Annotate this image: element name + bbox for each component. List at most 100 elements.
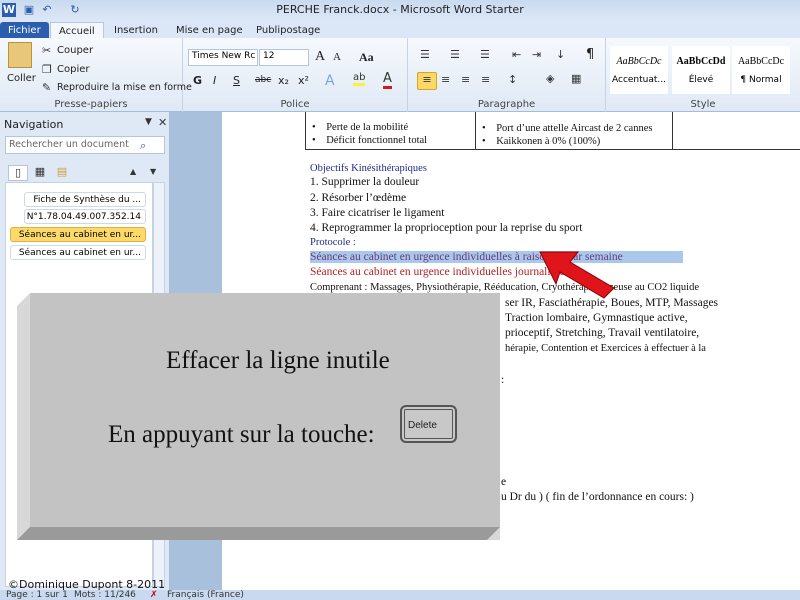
- table-cell: • Port d’une attelle Aircast de 2 cannes: [482, 123, 653, 134]
- body-line: :: [501, 374, 505, 386]
- tab-publipostage[interactable]: Publipostage: [248, 22, 328, 39]
- results-view-icon[interactable]: ▤: [52, 165, 72, 178]
- title-bar: W ▣ ↶ ↻ PERCHE Franck.docx - Microsoft W…: [0, 0, 800, 20]
- strikethrough-button[interactable]: abc: [255, 75, 271, 85]
- style-name: Accentuat...: [612, 75, 666, 85]
- paste-button[interactable]: Coller: [7, 73, 36, 84]
- tab-fichier[interactable]: Fichier: [0, 22, 49, 39]
- page-count[interactable]: Page : 1 sur 1: [6, 590, 68, 600]
- decrease-indent-icon[interactable]: ⇤: [512, 48, 521, 61]
- style-preview: AaBbCcDd: [676, 56, 726, 67]
- multilevel-list-icon[interactable]: ☰: [480, 48, 490, 61]
- clipboard-group: Coller ✂ Couper ❐ Copier ✎ Reproduire la…: [0, 38, 192, 112]
- word-count[interactable]: Mots : 11/246: [74, 590, 136, 600]
- copy-button[interactable]: Copier: [57, 64, 90, 75]
- style-name: ¶ Normal: [740, 75, 782, 85]
- nav-heading-item-selected[interactable]: Séances au cabinet en ur...: [10, 227, 146, 242]
- superscript-button[interactable]: x²: [298, 74, 309, 87]
- objective-item: 4. Reprogrammer la proprioception pour l…: [310, 222, 583, 234]
- styles-group: AaBbCcDc Accentuat... AaBbCcDd Élevé AaBbC…: [606, 38, 800, 112]
- bold-button[interactable]: G: [193, 74, 202, 87]
- font-group: Times New Rc 12 A A Aa G I S abc x₂ x² A…: [183, 38, 408, 112]
- tab-accueil[interactable]: Accueil: [50, 22, 104, 39]
- font-label: Police: [280, 99, 310, 110]
- line-spacing-icon[interactable]: ↕: [508, 73, 517, 86]
- increase-indent-icon[interactable]: ⇥: [532, 48, 541, 61]
- nav-heading-item[interactable]: Séances au cabinet en ur...: [10, 245, 146, 260]
- selected-line[interactable]: Séances au cabinet en urgence individuel…: [310, 251, 683, 263]
- align-left-icon[interactable]: ≡: [417, 72, 437, 90]
- highlight-icon[interactable]: ab: [353, 72, 366, 86]
- body-line: Comprenant : Massages, Physiothérapie, R…: [310, 282, 699, 293]
- font-size-select[interactable]: 12: [259, 49, 309, 66]
- style-preview: AaBbCcDc: [737, 56, 785, 67]
- protocol-heading: Protocole :: [310, 237, 356, 248]
- text-effects-icon[interactable]: A: [325, 73, 335, 89]
- styles-label: Style: [690, 99, 716, 110]
- style-normal[interactable]: AaBbCcDc ¶ Normal: [732, 46, 790, 94]
- previous-icon[interactable]: ▲: [130, 167, 136, 176]
- align-right-icon[interactable]: ≡: [461, 73, 470, 86]
- font-name-select[interactable]: Times New Rc: [188, 49, 258, 66]
- proofing-icon[interactable]: ✗: [150, 590, 158, 600]
- table-cell: • Perte de la mobilité: [312, 122, 409, 133]
- subscript-button[interactable]: x₂: [278, 74, 289, 87]
- delete-key-label: Delete: [408, 420, 437, 431]
- paragraph-group: ☰ ☰ ☰ ⇤ ⇥ ↓ ¶ ≡ ≡ ≡ ≡ ↕ ◈ ▦ Paragraphe: [408, 38, 606, 112]
- sort-icon[interactable]: ↓: [556, 48, 565, 61]
- grow-font-button[interactable]: A: [315, 49, 325, 65]
- paragraph-label: Paragraphe: [477, 99, 536, 110]
- table-divider: [672, 112, 673, 150]
- objective-item: 2. Résorber l’œdème: [310, 192, 407, 204]
- tab-insertion[interactable]: Insertion: [106, 22, 166, 39]
- style-accentuation[interactable]: AaBbCcDc Accentuat...: [610, 46, 668, 94]
- italic-button[interactable]: I: [213, 74, 216, 87]
- headings-view-icon[interactable]: ▯: [8, 165, 28, 181]
- status-bar: Page : 1 sur 1 Mots : 11/246 ✗ Français …: [0, 590, 800, 600]
- search-icon[interactable]: ⌕: [140, 139, 146, 153]
- scissors-icon: ✂: [42, 44, 52, 57]
- clipboard-label: Presse-papiers: [54, 99, 128, 110]
- align-center-icon[interactable]: ≡: [441, 73, 450, 86]
- underline-button[interactable]: S: [233, 74, 240, 87]
- body-line: prioceptif, Stretching, Travail ventilat…: [505, 327, 700, 339]
- objective-item: 1. Supprimer la douleur: [310, 176, 420, 188]
- pane-menu-icon[interactable]: ▼: [145, 117, 152, 127]
- justify-icon[interactable]: ≡: [481, 73, 490, 86]
- language[interactable]: Français (France): [167, 590, 244, 600]
- numbering-icon[interactable]: ☰: [450, 48, 460, 61]
- font-color-icon[interactable]: A: [383, 71, 392, 89]
- body-line: hérapie, Contention et Exercices à effec…: [505, 343, 706, 354]
- shrink-font-button[interactable]: A: [333, 51, 341, 63]
- objective-item: 3. Faire cicatriser le ligament: [310, 207, 445, 219]
- window-title: PERCHE Franck.docx - Microsoft Word Star…: [276, 3, 524, 16]
- format-painter-button[interactable]: Reproduire la mise en forme: [57, 82, 192, 93]
- nav-heading-item[interactable]: Fiche de Synthèse du ...: [24, 192, 146, 207]
- cut-button[interactable]: Couper: [57, 45, 93, 56]
- ribbon: Coller ✂ Couper ❐ Copier ✎ Reproduire la…: [0, 38, 800, 112]
- style-eleve[interactable]: AaBbCcDd Élevé: [672, 46, 730, 94]
- paste-icon[interactable]: [8, 42, 32, 68]
- borders-icon[interactable]: ▦: [571, 72, 581, 85]
- nav-heading-item[interactable]: N°1.78.04.49.007.352.14: [24, 209, 146, 224]
- change-case-button[interactable]: Aa: [359, 50, 374, 65]
- table-cell: • Déficit fonctionnel total: [312, 135, 428, 146]
- body-line: u Dr du ) ( fin de l’ordonnance en cours…: [501, 491, 694, 503]
- red-arrow-icon: [539, 251, 615, 299]
- copy-icon: ❐: [42, 63, 52, 76]
- pages-view-icon[interactable]: ▦: [30, 165, 50, 178]
- instruction-line-1: Effacer la ligne inutile: [166, 347, 390, 374]
- next-icon[interactable]: ▼: [150, 167, 156, 176]
- bullets-icon[interactable]: ☰: [420, 48, 430, 61]
- objectives-heading: Objectifs Kinésithérapiques: [310, 163, 427, 174]
- body-line: e: [501, 476, 507, 488]
- show-formatting-button[interactable]: ¶: [586, 47, 594, 62]
- delete-key-icon: Delete: [400, 405, 457, 443]
- style-preview: AaBbCcDc: [616, 56, 662, 67]
- tab-mise-en-page[interactable]: Mise en page: [168, 22, 251, 39]
- shading-icon[interactable]: ◈: [546, 72, 554, 85]
- style-name: Élevé: [688, 75, 714, 85]
- instruction-line-2: En appuyant sur la touche:: [108, 421, 375, 448]
- close-icon[interactable]: ✕: [158, 116, 167, 129]
- instruction-box-bottom: [17, 527, 500, 540]
